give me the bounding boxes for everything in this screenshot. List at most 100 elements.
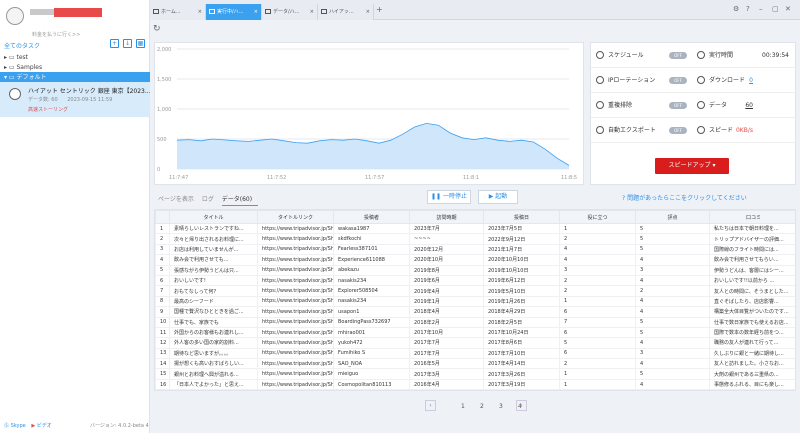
- import-icon[interactable]: ↓: [123, 39, 132, 48]
- column-header[interactable]: 役に立つ: [559, 210, 636, 224]
- dedupe-toggle[interactable]: OFF: [669, 102, 687, 109]
- table-row[interactable]: 1 素晴らしいレストランですね... https://www.tripadvisor…: [155, 222, 795, 235]
- table-row[interactable]: 10仕事でも、家族でもhttps://www.tripadvisor.jp/Sh…: [155, 316, 795, 328]
- table-row[interactable]: 11 外国からのお客様もお連れし... https://www.tripadviso…: [155, 326, 795, 339]
- maximize-icon[interactable]: ▢: [772, 5, 779, 13]
- upgrade-link[interactable]: 料金を払うに行く>>: [32, 31, 80, 38]
- table-cell: Explorer508504: [333, 285, 410, 297]
- page-number[interactable]: 1: [461, 403, 465, 410]
- video-icon[interactable]: ▶: [31, 423, 35, 429]
- table-cell: 伊勢うどんは、客層にはシー...: [709, 264, 795, 276]
- table-cell: 2019年1月: [409, 295, 484, 308]
- table-cell: 7: [559, 316, 636, 328]
- table-cell: おいしいです!: [169, 274, 258, 287]
- table-row[interactable]: 13 期待など思いますが。。。。 https://www.tripadvisor.j…: [155, 347, 795, 360]
- new-folder-icon[interactable]: +: [110, 39, 119, 48]
- page-number[interactable]: 2: [480, 403, 484, 410]
- help-icon[interactable]: ?: [746, 5, 750, 13]
- pause-button[interactable]: ❚❚ 一時停止: [427, 190, 471, 204]
- table-row[interactable]: 12 外人客の多い国の家的割料... https://www.tripadvisor…: [155, 337, 795, 349]
- tab-running[interactable]: 実行中/ハ... ×: [206, 4, 262, 20]
- settings-icon[interactable]: ⚙: [733, 5, 739, 13]
- new-tab-button[interactable]: +: [376, 5, 383, 14]
- close-icon[interactable]: ×: [366, 4, 370, 20]
- table-cell: Fumihiko S: [333, 347, 410, 360]
- table-cell: 4: [635, 306, 710, 318]
- table-cell: 2: [559, 274, 636, 287]
- table-row[interactable]: 7おもてなしって何?https://www.tripadvisor.jp/Sho…: [155, 285, 795, 297]
- column-header[interactable]: 評点: [635, 210, 710, 224]
- close-icon[interactable]: ×: [310, 4, 314, 20]
- table-cell: 12: [155, 337, 170, 349]
- close-icon[interactable]: ×: [254, 4, 258, 20]
- table-row[interactable]: 6おいしいです!https://www.tripadvisor.jp/Sho..…: [155, 274, 795, 287]
- table-row[interactable]: 3 お店は利用していませんが... https://www.tripadvisor.…: [155, 243, 795, 256]
- tab-data[interactable]: データ/ハ... ×: [262, 4, 318, 20]
- y-tick-label: 1,500: [157, 77, 171, 83]
- table-row[interactable]: 14 揚が想くも高いおすばらしい... https://www.tripadviso…: [155, 358, 795, 370]
- prev-page-button[interactable]: ‹: [425, 400, 436, 411]
- close-window-icon[interactable]: ✕: [785, 5, 791, 13]
- ip-rotation-toggle[interactable]: OFF: [669, 77, 687, 84]
- tab-home[interactable]: ホーム... ×: [150, 4, 206, 20]
- grid-icon[interactable]: ▦: [136, 39, 145, 48]
- tab-page-view[interactable]: ページを表示: [158, 196, 194, 203]
- tab-data-view[interactable]: データ(60): [221, 196, 259, 206]
- column-header[interactable]: [155, 210, 170, 224]
- next-page-button[interactable]: ›: [516, 400, 527, 411]
- reload-icon[interactable]: ↻: [153, 24, 161, 34]
- file-icon: [153, 9, 159, 14]
- speed-up-button[interactable]: スピードアップ ▾: [655, 158, 729, 174]
- table-cell: 大剤の銀州である三重県の...: [709, 368, 795, 380]
- help-text: 問題があったらここをクリックしてください: [627, 195, 747, 202]
- table-cell: 5: [635, 222, 710, 235]
- table-row[interactable]: 16 「日本人でよかった」と思え... https://www.tripadviso…: [155, 378, 795, 390]
- start-button[interactable]: ▶ 起動: [478, 190, 518, 204]
- table-row[interactable]: 5 張感ながら伊勢うどんは只... https://www.tripadvisor.…: [155, 264, 795, 276]
- table-cell: yukoh472: [333, 337, 410, 349]
- table-row[interactable]: 2 次々と帰り出されるお料理に... https://www.tripadvisor…: [155, 233, 795, 245]
- clock-icon: [697, 51, 705, 59]
- table-cell: おいしいです!!以前から ...: [709, 274, 795, 287]
- column-header[interactable]: タイトル: [169, 210, 258, 224]
- speed-up-label: スピードアップ: [668, 162, 711, 169]
- avatar[interactable]: [6, 7, 24, 25]
- skype-link[interactable]: Skype: [11, 423, 26, 429]
- column-header[interactable]: タイトルリンク: [257, 210, 334, 224]
- data-value[interactable]: 60: [745, 93, 753, 118]
- table-cell: https://www.tripadvisor.jp/Sho...: [257, 316, 334, 328]
- table-cell: 7: [155, 285, 170, 297]
- skype-icon[interactable]: Ⓢ: [4, 423, 9, 429]
- page-number[interactable]: 3: [499, 403, 503, 410]
- table-cell: お店は利用していませんが...: [169, 243, 258, 256]
- schedule-toggle[interactable]: OFF: [669, 52, 687, 59]
- table-row[interactable]: 9 国種で贅沢なひとときを過ご... https://www.tripadvisor…: [155, 306, 795, 318]
- download-value[interactable]: 0: [749, 68, 753, 93]
- account-badge[interactable]: [54, 8, 102, 17]
- column-header[interactable]: 投稿者: [333, 210, 410, 224]
- task-item[interactable]: ハイアット セントリック 銀座 東京【2023... データ数: 60 2023…: [0, 82, 151, 117]
- column-header[interactable]: 訪問時期: [409, 210, 484, 224]
- area-series: [177, 123, 569, 169]
- tab-log[interactable]: ログ: [202, 196, 214, 203]
- table-cell: 5: [635, 326, 710, 339]
- table-cell: ~~~~: [409, 233, 484, 245]
- table-cell: 3: [635, 347, 710, 360]
- tab-hyatt[interactable]: ハイアッ... ×: [318, 4, 374, 20]
- table-row[interactable]: 8最高のシーフードhttps://www.tripadvisor.jp/Sho.…: [155, 295, 795, 308]
- video-link[interactable]: ビデオ: [37, 423, 52, 429]
- version-label: バージョン: 4.0.2-beta 4: [90, 423, 149, 429]
- help-link[interactable]: ? 問題があったらここをクリックしてください: [622, 193, 747, 202]
- table-cell: 2017年7月: [409, 337, 484, 349]
- runtime-label: 実行時間: [709, 52, 734, 59]
- column-header[interactable]: 口コミ: [709, 210, 795, 224]
- table-row[interactable]: 4 飲み会で利用させても... https://www.tripadvisor.jp…: [155, 254, 795, 266]
- export-toggle[interactable]: OFF: [669, 127, 687, 134]
- table-row[interactable]: 15 銀州とお料理へ興が溢れる... https://www.tripadvisor…: [155, 368, 795, 380]
- column-header[interactable]: 投稿日: [483, 210, 560, 224]
- file-icon: [321, 9, 327, 14]
- table-cell: 3: [155, 243, 170, 256]
- table-cell: 期待など思いますが。。。。: [169, 347, 258, 360]
- minimize-icon[interactable]: –: [759, 5, 763, 13]
- close-icon[interactable]: ×: [198, 4, 202, 20]
